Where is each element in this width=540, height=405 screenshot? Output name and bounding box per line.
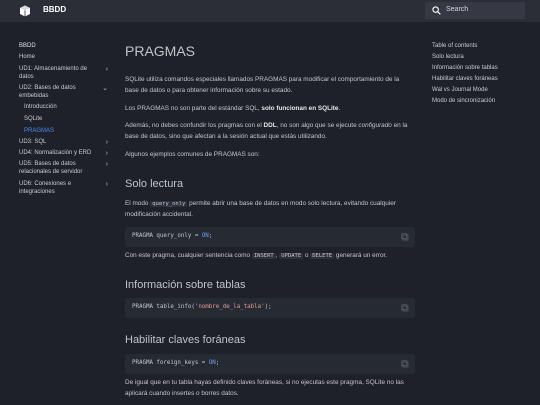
inline-code: query_only <box>150 201 188 207</box>
nav-item-label: UD2: Bases de datos embebidas <box>19 85 76 99</box>
code-value: ON <box>208 360 216 366</box>
code-text: ; <box>208 233 213 239</box>
code-text: PRAGMA table_info( <box>132 304 195 310</box>
toc-header: Table of contents <box>432 43 478 49</box>
copy-icon[interactable] <box>401 233 409 241</box>
code-text: PRAGMA query_only = <box>132 233 202 239</box>
chevron-right-icon[interactable]: › <box>106 181 108 189</box>
nav-item-label: PRAGMAS <box>24 128 55 134</box>
inline-code: UPDATE <box>279 253 304 259</box>
nav-item-label: UD5: Bases de datos relacionales de serv… <box>19 161 83 175</box>
section-title-claves-foraneas: Habilitar claves foráneas <box>125 334 246 346</box>
section-title-solo-lectura: Solo lectura <box>125 178 184 190</box>
nav-item-label: Introducción <box>24 104 57 110</box>
chevron-right-icon[interactable]: › <box>106 161 108 169</box>
nav-item-ud1[interactable]: UD1: Almacenamiento de datos › <box>19 66 114 81</box>
code-block-table-info: PRAGMA table_info('nombre_de_la_tabla'); <box>125 298 415 318</box>
nav-item-sqlite[interactable]: SQLite <box>24 116 104 124</box>
text: Los PRAGMAS no son parte del estándar SQ… <box>125 105 262 112</box>
code-block-foreign-keys: PRAGMA foreign_keys = ON; <box>125 354 415 374</box>
nav-item-ud4[interactable]: UD4: Normalización y ERD › <box>19 150 114 158</box>
bold-text: solo funcionan en SQLite <box>261 105 339 112</box>
text: Con este pragma, cualquier sentencia com… <box>125 252 252 259</box>
logo-icon[interactable] <box>19 5 31 17</box>
text: , no son algo que se ejecute <box>276 122 359 129</box>
inline-code: INSERT <box>251 253 276 259</box>
site-title[interactable]: BBDD <box>43 5 66 14</box>
code-text: ; <box>215 360 220 366</box>
copy-icon[interactable] <box>401 304 409 312</box>
inline-code: DELETE <box>310 253 335 259</box>
copy-icon[interactable] <box>401 360 409 368</box>
nav-item-ud6[interactable]: UD6: Conexiones e integraciones › <box>19 181 114 196</box>
nav-item-ud3[interactable]: UD3: SQL › <box>19 139 114 147</box>
bold-text: DDL <box>263 122 277 129</box>
search-box[interactable]: Search <box>425 2 525 19</box>
top-bar: BBDD Search <box>0 0 540 22</box>
nav-item-pragmas[interactable]: PRAGMAS <box>24 128 104 136</box>
code-line: PRAGMA foreign_keys = ON; <box>132 360 219 366</box>
intro-paragraph-3: Además, no debes confundir los pragmas c… <box>125 121 413 142</box>
intro-paragraph-4: Algunos ejemplos comunes de PRAGMAS son: <box>125 151 260 158</box>
nav-header: BBDD <box>19 43 36 49</box>
nav-item-label: UD4: Normalización y ERD <box>19 150 92 156</box>
text: El modo <box>125 200 151 207</box>
code-block-query-only: PRAGMA query_only = ON; <box>125 227 415 247</box>
section-title-informacion-tablas: Información sobre tablas <box>125 279 246 291</box>
code-line: PRAGMA query_only = ON; <box>132 233 212 239</box>
chevron-right-icon[interactable]: › <box>106 66 108 74</box>
search-input[interactable]: Search <box>446 6 468 13</box>
chevron-down-icon[interactable]: ⌄ <box>102 85 108 93</box>
toc-link-claves-foraneas[interactable]: Habilitar claves foráneas <box>432 75 498 83</box>
nav-item-label: SQLite <box>24 116 43 122</box>
text: . <box>338 105 341 112</box>
toc-link-sincronizacion[interactable]: Modo de sincronización <box>432 97 495 105</box>
toc-link-informacion-tablas[interactable]: Información sobre tablas <box>432 64 498 72</box>
solo-lectura-paragraph: El modo query_only permite abrir una bas… <box>125 199 413 220</box>
text: generará un error. <box>334 252 388 259</box>
toc-link-wal-journal[interactable]: Wal vs Journal Mode <box>432 86 488 94</box>
code-text: PRAGMA foreign_keys = <box>132 360 209 366</box>
toc-link-solo-lectura[interactable]: Solo lectura <box>432 53 464 61</box>
intro-paragraph-2: Los PRAGMAS no son parte del estándar SQ… <box>125 104 413 115</box>
claves-foraneas-paragraph: De igual que en tu tabla hayas definido … <box>125 379 404 397</box>
code-line: PRAGMA table_info('nombre_de_la_tabla'); <box>132 304 272 310</box>
nav-item-label: UD1: Almacenamiento de datos <box>19 66 88 80</box>
code-value: 'nombre_de_la_tabla' <box>194 304 265 310</box>
chevron-right-icon[interactable]: › <box>106 139 108 147</box>
italic-text: configurado <box>358 122 392 129</box>
nav-item-introduccion[interactable]: Introducción <box>24 104 104 112</box>
intro-paragraph: SQLite utiliza comandos especiales llama… <box>125 76 400 94</box>
solo-lectura-paragraph-2: Con este pragma, cualquier sentencia com… <box>125 251 413 262</box>
search-icon[interactable] <box>432 6 441 15</box>
code-value: ON <box>201 233 209 239</box>
nav-item-home[interactable]: Home <box>19 54 114 62</box>
code-text: ); <box>264 304 272 310</box>
nav-item-ud2[interactable]: UD2: Bases de datos embebidas ⌄ <box>19 85 114 100</box>
chevron-right-icon[interactable]: › <box>106 150 108 158</box>
nav-item-label: Home <box>19 54 36 60</box>
nav-item-label: UD6: Conexiones e integraciones <box>19 181 72 195</box>
text: Además, no debes confundir los pragmas c… <box>125 122 264 129</box>
nav-item-ud5[interactable]: UD5: Bases de datos relacionales de serv… <box>19 161 114 176</box>
nav-item-label: UD3: SQL <box>19 139 47 145</box>
page-title: PRAGMAS <box>125 43 196 59</box>
